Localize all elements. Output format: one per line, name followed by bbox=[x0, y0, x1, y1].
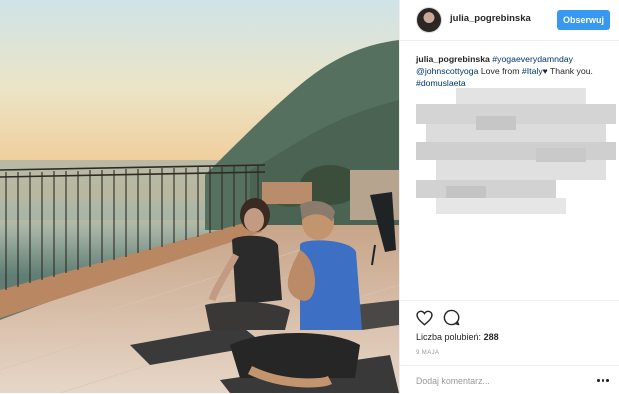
likes-label: Liczba polubień: bbox=[416, 332, 482, 342]
post-date[interactable]: 9 MAJA bbox=[416, 350, 439, 356]
comment-input[interactable] bbox=[416, 374, 586, 388]
likes-number: 288 bbox=[483, 332, 499, 342]
comment-bar bbox=[400, 365, 619, 394]
mention-johnscottyoga[interactable]: @johnscottyoga bbox=[416, 66, 478, 76]
post-caption: julia_pogrebinska #yogaeverydamnday @joh… bbox=[416, 53, 612, 90]
more-options-icon[interactable] bbox=[597, 379, 609, 383]
avatar[interactable] bbox=[416, 7, 442, 33]
yoga-terrace-scene bbox=[0, 0, 399, 393]
follow-button[interactable]: Obserwuj bbox=[557, 10, 610, 30]
username-link[interactable]: julia_pogrebinska bbox=[450, 13, 531, 24]
heart-outline-icon[interactable] bbox=[416, 310, 433, 326]
post-photo[interactable] bbox=[0, 0, 399, 393]
likes-count[interactable]: Liczba polubień: 288 bbox=[416, 332, 499, 342]
post-header: julia_pogrebinska Obserwuj bbox=[400, 0, 619, 41]
caption-username[interactable]: julia_pogrebinska bbox=[416, 54, 490, 64]
blurred-comments bbox=[416, 86, 616, 226]
caption-text-love-from: Love from bbox=[478, 66, 522, 77]
caption-text-thank-you: Thank you. bbox=[547, 66, 593, 77]
post-actions: Liczba polubień: 288 9 MAJA bbox=[400, 300, 619, 356]
hashtag-italy[interactable]: #Italy bbox=[522, 66, 543, 76]
hashtag-yogaeverydamnday[interactable]: #yogaeverydamnday bbox=[492, 54, 573, 64]
comment-bubble-icon[interactable] bbox=[443, 309, 460, 326]
instagram-post-embed: julia_pogrebinska Obserwuj julia_pogrebi… bbox=[0, 0, 619, 393]
post-side-panel: julia_pogrebinska Obserwuj julia_pogrebi… bbox=[399, 0, 619, 393]
